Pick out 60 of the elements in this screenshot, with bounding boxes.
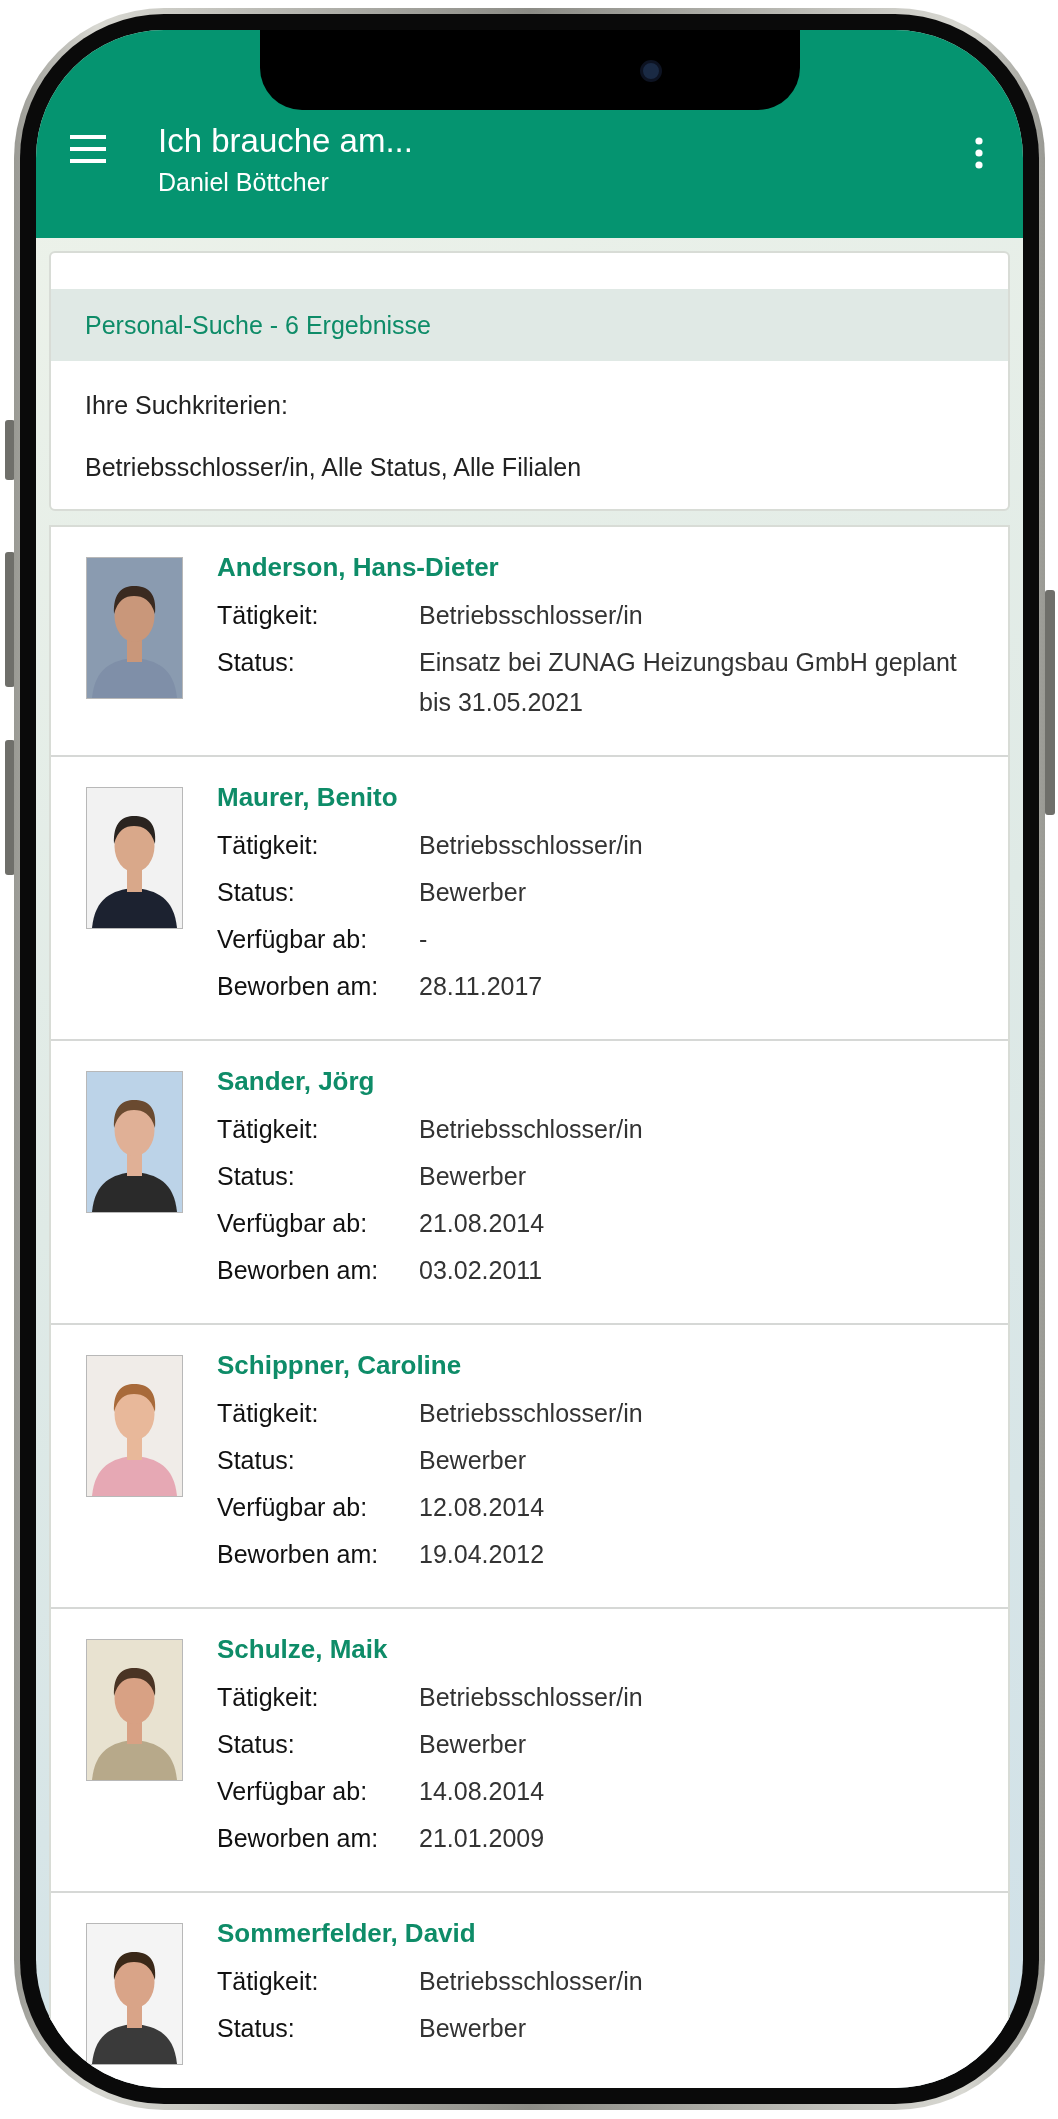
field-label: Status: [217,2013,296,2044]
person-name[interactable]: Maurer, Benito [217,779,988,815]
result-item[interactable]: Sommerfelder, David Tätigkeit: Betriebsschlosser/in Status: Bewerber [51,1893,1008,2088]
field-label: Verfügbar ab: [217,1208,369,1239]
field-value: Betriebsschlosser/in [419,1966,644,1997]
field-value: - [419,924,429,955]
field-label: Status: [217,647,296,678]
field-value: 14.08.2014 [419,1776,546,1807]
field-label: Beworben am: [217,1539,380,1570]
criteria-text: Betriebsschlosser/in, Alle Status, Alle Filialen [84,452,583,483]
field-label: Beworben am: [217,1823,380,1854]
camera-icon [639,60,662,82]
result-item[interactable]: Schulze, Maik Tätigkeit: Betriebsschlosser/in Status: Bewerber Verfügbar ab: 14.08.2014 Beworben am: 21.01.2009 [51,1609,1008,1893]
field-label: Beworben am: [217,1255,380,1286]
result-item[interactable]: Schippner, Caroline Tätigkeit: Betriebsschlosser/in Status: Bewerber Verfügbar ab: 12.08.2014 Beworben am: 19.04.2012 [51,1325,1008,1609]
field-value: Einsatz bei ZUNAG Heizungsbau GmbH geplant bis 31.05.2021 [419,647,958,718]
field-label: Status: [217,1729,296,1760]
result-item[interactable]: Anderson, Hans-Dieter Tätigkeit: Betriebsschlosser/in Status: Einsatz bei ZUNAG Heizungsbau GmbH geplant bis 31.05.2021 [51,527,1008,757]
field-label: Tätigkeit: [217,830,320,861]
person-name[interactable]: Sander, Jörg [217,1063,988,1099]
field-label: Tätigkeit: [217,1966,320,1997]
field-label: Verfügbar ab: [217,1776,369,1807]
app-title: Ich brauche am... [158,121,414,161]
field-value: 12.08.2014 [419,1492,546,1523]
field-value: Bewerber [419,2013,527,2044]
menu-icon[interactable] [70,135,106,163]
person-name[interactable]: Schulze, Maik [217,1631,988,1667]
field-value: Betriebsschlosser/in [419,1114,644,1145]
field-value: 21.01.2009 [419,1823,546,1854]
field-label: Tätigkeit: [217,1114,320,1145]
field-value: Bewerber [419,1729,527,1760]
app-subtitle: Daniel Böttcher [158,167,330,198]
field-value: 03.02.2011 [419,1255,544,1286]
field-label: Status: [217,1445,296,1476]
field-value: Bewerber [419,877,527,908]
field-label: Tätigkeit: [217,600,320,631]
person-name[interactable]: Anderson, Hans-Dieter [217,549,988,585]
field-value: 19.04.2012 [419,1539,546,1570]
field-value: 21.08.2014 [419,1208,546,1239]
field-label: Status: [217,1161,296,1192]
field-label: Status: [217,877,296,908]
field-label: Verfügbar ab: [217,1492,369,1523]
field-label: Tätigkeit: [217,1398,320,1429]
person-name[interactable]: Schippner, Caroline [217,1347,988,1383]
person-name[interactable]: Sommerfelder, David [217,1915,988,1951]
result-item[interactable]: Sander, Jörg Tätigkeit: Betriebsschlosser/in Status: Bewerber Verfügbar ab: 21.08.2014 Beworben am: 03.02.2011 [51,1041,1008,1325]
field-value: Betriebsschlosser/in [419,830,644,861]
field-value: 28.11.2017 [419,971,544,1002]
field-value: Betriebsschlosser/in [419,600,644,631]
field-value: Bewerber [419,1445,527,1476]
field-label: Tätigkeit: [217,1682,320,1713]
field-value: Betriebsschlosser/in [419,1398,644,1429]
results-heading: Personal-Suche - 6 Ergebnisse [51,289,1008,361]
result-item[interactable]: Maurer, Benito Tätigkeit: Betriebsschlosser/in Status: Bewerber Verfügbar ab: - Beworben am: 28.11.2017 [51,757,1008,1041]
field-value: Bewerber [419,1161,527,1192]
field-value: Betriebsschlosser/in [419,1682,644,1713]
criteria-label: Ihre Suchkriterien: [84,390,289,421]
more-icon[interactable] [975,137,983,169]
field-label: Beworben am: [217,971,380,1002]
field-label: Verfügbar ab: [217,924,369,955]
